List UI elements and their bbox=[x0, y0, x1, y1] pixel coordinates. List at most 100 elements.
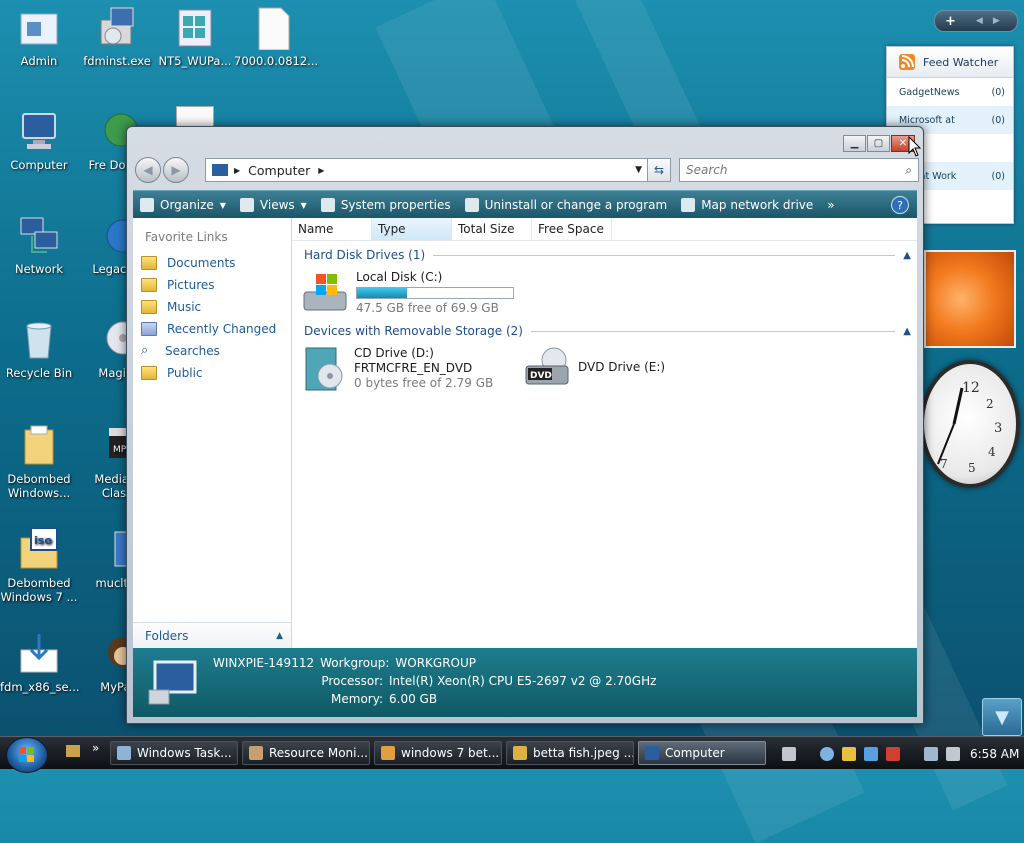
nav-link-documents[interactable]: Documents bbox=[133, 252, 291, 274]
disk-usage-bar bbox=[356, 287, 514, 299]
chevron-up-icon[interactable]: ▲ bbox=[903, 326, 911, 337]
memory-value: 6.00 GB bbox=[389, 692, 438, 706]
update-icon[interactable] bbox=[864, 747, 878, 761]
recent-folder-icon bbox=[141, 322, 157, 336]
column-headers: Name Type Total Size Free Space bbox=[292, 218, 917, 241]
search-input[interactable]: Search ⌕ bbox=[679, 158, 919, 182]
quicklaunch-icon[interactable] bbox=[66, 745, 80, 757]
clock-time[interactable]: 6:58 AM bbox=[970, 747, 1019, 761]
desktop-icon-computer[interactable]: Computer bbox=[0, 110, 78, 172]
help-icon[interactable]: ? bbox=[891, 196, 909, 214]
group-label: Hard Disk Drives (1) bbox=[304, 248, 426, 262]
svg-text:2: 2 bbox=[986, 397, 994, 411]
security-shield-icon[interactable] bbox=[842, 747, 856, 761]
nav-link-searches[interactable]: ⌕ Searches bbox=[133, 340, 291, 362]
desktop-icon-label: NT5_WUPa... bbox=[158, 54, 232, 68]
taskbar-button-computer[interactable]: Computer bbox=[638, 741, 766, 765]
desktop-icon-7000[interactable]: 7000.0.0812... bbox=[234, 6, 318, 68]
svg-text:3: 3 bbox=[994, 421, 1002, 436]
system-properties-button[interactable]: System properties bbox=[314, 191, 458, 219]
refresh-button[interactable]: ⇆ bbox=[647, 158, 671, 182]
sidebar-controls[interactable]: + ◀ ▶ bbox=[934, 10, 1018, 32]
minimize-button[interactable]: ▁ bbox=[843, 135, 866, 152]
desktop-icon-debombed-windows-7[interactable]: iso Debombed Windows 7 ... bbox=[0, 527, 78, 604]
organize-button[interactable]: Organize ▼ bbox=[133, 191, 233, 219]
volume-muted-icon[interactable] bbox=[946, 747, 960, 761]
breadcrumb-chevron-icon[interactable]: ▶ bbox=[318, 166, 324, 175]
network-globe-icon[interactable] bbox=[820, 747, 834, 761]
desktop-icon-admin[interactable]: Admin bbox=[0, 6, 78, 68]
nav-link-music[interactable]: Music bbox=[133, 296, 291, 318]
chevron-up-icon[interactable]: ▲ bbox=[903, 250, 911, 261]
drive-item-c[interactable]: Local Disk (C:) 47.5 GB free of 69.9 GB bbox=[302, 270, 514, 316]
breadcrumb-separator-icon[interactable]: ▶ bbox=[234, 166, 240, 175]
column-free-space[interactable]: Free Space bbox=[532, 218, 612, 240]
forward-button[interactable]: ▶ bbox=[163, 157, 189, 183]
group-hard-disk-drives[interactable]: Hard Disk Drives (1) ▲ bbox=[304, 245, 911, 265]
maximize-button[interactable]: ▢ bbox=[867, 135, 890, 152]
browser-icon bbox=[381, 746, 395, 760]
folder-icon bbox=[141, 256, 157, 270]
slideshow-gadget[interactable] bbox=[924, 250, 1016, 348]
navigation-pane: Favorite Links Documents Pictures Music … bbox=[133, 218, 292, 648]
nav-link-pictures[interactable]: Pictures bbox=[133, 274, 291, 296]
taskbar-button-label: Resource Moni... bbox=[269, 746, 368, 760]
computer-icon bbox=[212, 164, 228, 176]
address-bar[interactable]: ▶ Computer ▶ ▼ bbox=[205, 158, 649, 182]
desktop-icon-nt5-wupa[interactable]: NT5_WUPa... bbox=[156, 6, 234, 68]
network-icon[interactable] bbox=[924, 747, 938, 761]
add-gadget-button[interactable]: + bbox=[945, 14, 956, 29]
back-button[interactable]: ◀ bbox=[135, 157, 161, 183]
history-dropdown-icon[interactable]: ▼ bbox=[635, 165, 642, 175]
alert-icon[interactable] bbox=[886, 747, 900, 761]
clock-gadget[interactable]: 12 2 3 4 5 7 bbox=[916, 358, 1020, 488]
desktop-icon-fdm-setup[interactable]: fdm_x86_se... bbox=[0, 632, 80, 694]
nav-link-recently-changed[interactable]: Recently Changed bbox=[133, 318, 291, 340]
more-commands-button[interactable]: » bbox=[820, 191, 841, 219]
desktop-icon-label: Admin bbox=[20, 54, 58, 68]
details-pane: WINXPIE-149112 Workgroup: WORKGROUP Proc… bbox=[133, 648, 917, 717]
computer-icon bbox=[645, 746, 659, 760]
desktop-icon-label: Recycle Bin bbox=[5, 366, 73, 380]
network-drive-icon bbox=[681, 198, 696, 212]
explorer-window[interactable]: ▁ ▢ ✕ ◀ ▶ ▶ Computer ▶ ▼ ⇆ Search ⌕ Orga… bbox=[126, 126, 924, 724]
next-page-icon[interactable]: ▶ bbox=[993, 16, 1000, 26]
nav-link-public[interactable]: Public bbox=[133, 362, 291, 384]
nav-link-label: Recently Changed bbox=[167, 322, 277, 336]
drive-item-d[interactable]: CD Drive (D:) FRTMCFRE_EN_DVD 0 bytes fr… bbox=[300, 346, 493, 392]
folder-icon bbox=[141, 278, 157, 292]
quicklaunch-more-button[interactable]: » bbox=[92, 741, 99, 755]
nav-link-label: Searches bbox=[165, 344, 220, 358]
views-button[interactable]: Views ▼ bbox=[233, 191, 314, 219]
keyboard-icon[interactable] bbox=[782, 747, 796, 761]
drive-item-e[interactable]: DVD DVD Drive (E:) bbox=[524, 346, 665, 392]
views-icon bbox=[239, 198, 254, 212]
uninstall-program-button[interactable]: Uninstall or change a program bbox=[458, 191, 675, 219]
column-name[interactable]: Name bbox=[292, 218, 372, 240]
desktop-icon-debombed-windows[interactable]: Debombed Windows... bbox=[0, 424, 78, 500]
taskbar-button-betta-fish[interactable]: betta fish.jpeg ... bbox=[506, 741, 634, 765]
svg-text:12: 12 bbox=[962, 380, 980, 396]
desktop-icon-label: fdminst.exe bbox=[83, 54, 151, 68]
desktop-icon-fdminst[interactable]: fdminst.exe bbox=[78, 6, 156, 68]
column-total-size[interactable]: Total Size bbox=[452, 218, 532, 240]
feed-row[interactable]: GadgetNews (0) bbox=[887, 78, 1013, 106]
map-network-drive-button[interactable]: Map network drive bbox=[674, 191, 820, 219]
drive-name: DVD Drive (E:) bbox=[578, 360, 666, 374]
group-removable-storage[interactable]: Devices with Removable Storage (2) ▲ bbox=[304, 321, 911, 341]
workgroup-value: WORKGROUP bbox=[395, 656, 477, 670]
breadcrumb-computer[interactable]: Computer bbox=[248, 163, 310, 178]
desktop-icon-recycle-bin[interactable]: Recycle Bin bbox=[0, 318, 78, 380]
sidebar-arrow-icon[interactable]: ▼ bbox=[982, 698, 1022, 736]
taskbar-button-windows-7-beta[interactable]: windows 7 bet... bbox=[374, 741, 502, 765]
chevron-down-icon: ▼ bbox=[219, 200, 226, 210]
taskbar-button-task-manager[interactable]: Windows Task... bbox=[110, 741, 238, 765]
feed-name: GadgetNews bbox=[899, 86, 960, 98]
column-type[interactable]: Type bbox=[372, 218, 452, 240]
desktop-icon-network[interactable]: Network bbox=[0, 214, 78, 276]
taskbar-button-resource-monitor[interactable]: Resource Moni... bbox=[242, 741, 370, 765]
previous-page-icon[interactable]: ◀ bbox=[976, 16, 983, 26]
folders-toggle[interactable]: Folders ▲ bbox=[133, 622, 291, 648]
search-icon[interactable]: ⌕ bbox=[905, 163, 912, 178]
search-placeholder: Search bbox=[686, 163, 728, 177]
